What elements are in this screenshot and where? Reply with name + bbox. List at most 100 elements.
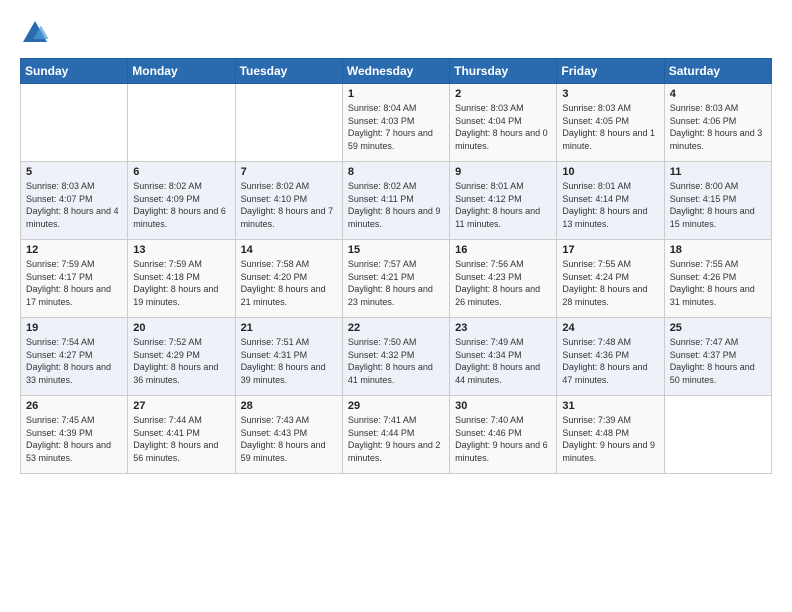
day-info: Sunrise: 8:03 AMSunset: 4:07 PMDaylight:…: [26, 180, 122, 230]
day-number: 12: [26, 244, 122, 256]
day-cell: [664, 396, 771, 474]
day-number: 17: [562, 244, 658, 256]
day-number: 6: [133, 166, 229, 178]
column-header-saturday: Saturday: [664, 59, 771, 84]
day-info: Sunrise: 7:52 AMSunset: 4:29 PMDaylight:…: [133, 336, 229, 386]
day-cell: 22 Sunrise: 7:50 AMSunset: 4:32 PMDayligh…: [342, 318, 449, 396]
day-number: 15: [348, 244, 444, 256]
day-cell: 14 Sunrise: 7:58 AMSunset: 4:20 PMDayligh…: [235, 240, 342, 318]
day-info: Sunrise: 8:01 AMSunset: 4:14 PMDaylight:…: [562, 180, 658, 230]
day-info: Sunrise: 7:47 AMSunset: 4:37 PMDaylight:…: [670, 336, 766, 386]
day-number: 25: [670, 322, 766, 334]
day-cell: 4 Sunrise: 8:03 AMSunset: 4:06 PMDaylight…: [664, 84, 771, 162]
day-cell: 8 Sunrise: 8:02 AMSunset: 4:11 PMDaylight…: [342, 162, 449, 240]
day-number: 11: [670, 166, 766, 178]
calendar-table: SundayMondayTuesdayWednesdayThursdayFrid…: [20, 58, 772, 474]
day-number: 1: [348, 88, 444, 100]
day-info: Sunrise: 7:55 AMSunset: 4:24 PMDaylight:…: [562, 258, 658, 308]
day-number: 23: [455, 322, 551, 334]
header: [20, 18, 772, 48]
day-cell: 30 Sunrise: 7:40 AMSunset: 4:46 PMDayligh…: [450, 396, 557, 474]
day-number: 20: [133, 322, 229, 334]
day-number: 26: [26, 400, 122, 412]
day-info: Sunrise: 7:43 AMSunset: 4:43 PMDaylight:…: [241, 414, 337, 464]
week-row-4: 19 Sunrise: 7:54 AMSunset: 4:27 PMDayligh…: [21, 318, 772, 396]
day-number: 18: [670, 244, 766, 256]
day-cell: 27 Sunrise: 7:44 AMSunset: 4:41 PMDayligh…: [128, 396, 235, 474]
day-cell: 23Sunrise: 7:49 AMSunset: 4:34 PMDayligh…: [450, 318, 557, 396]
day-number: 2: [455, 88, 551, 100]
day-number: 10: [562, 166, 658, 178]
day-number: 14: [241, 244, 337, 256]
day-cell: 19 Sunrise: 7:54 AMSunset: 4:27 PMDayligh…: [21, 318, 128, 396]
day-number: 28: [241, 400, 337, 412]
day-cell: 2 Sunrise: 8:03 AMSunset: 4:04 PMDaylight…: [450, 84, 557, 162]
day-cell: 24Sunrise: 7:48 AMSunset: 4:36 PMDayligh…: [557, 318, 664, 396]
day-cell: 11 Sunrise: 8:00 AMSunset: 4:15 PMDayligh…: [664, 162, 771, 240]
day-number: 3: [562, 88, 658, 100]
day-info: Sunrise: 8:03 AMSunset: 4:05 PMDaylight:…: [562, 102, 658, 152]
day-cell: [21, 84, 128, 162]
day-info: Sunrise: 7:55 AMSunset: 4:26 PMDaylight:…: [670, 258, 766, 308]
day-info: Sunrise: 8:02 AMSunset: 4:09 PMDaylight:…: [133, 180, 229, 230]
day-number: 7: [241, 166, 337, 178]
day-cell: 17 Sunrise: 7:55 AMSunset: 4:24 PMDayligh…: [557, 240, 664, 318]
day-cell: 12Sunrise: 7:59 AMSunset: 4:17 PMDayligh…: [21, 240, 128, 318]
week-row-1: 1 Sunrise: 8:04 AMSunset: 4:03 PMDaylight…: [21, 84, 772, 162]
day-cell: 28 Sunrise: 7:43 AMSunset: 4:43 PMDayligh…: [235, 396, 342, 474]
day-info: Sunrise: 8:03 AMSunset: 4:04 PMDaylight:…: [455, 102, 551, 152]
day-info: Sunrise: 7:50 AMSunset: 4:32 PMDaylight:…: [348, 336, 444, 386]
day-info: Sunrise: 7:39 AMSunset: 4:48 PMDaylight:…: [562, 414, 658, 464]
day-number: 22: [348, 322, 444, 334]
day-info: Sunrise: 7:40 AMSunset: 4:46 PMDaylight:…: [455, 414, 551, 464]
header-row: SundayMondayTuesdayWednesdayThursdayFrid…: [21, 59, 772, 84]
logo: [20, 18, 54, 48]
day-number: 4: [670, 88, 766, 100]
day-info: Sunrise: 8:02 AMSunset: 4:11 PMDaylight:…: [348, 180, 444, 230]
day-cell: 10 Sunrise: 8:01 AMSunset: 4:14 PMDayligh…: [557, 162, 664, 240]
day-number: 30: [455, 400, 551, 412]
day-info: Sunrise: 8:01 AMSunset: 4:12 PMDaylight:…: [455, 180, 551, 230]
day-info: Sunrise: 7:51 AMSunset: 4:31 PMDaylight:…: [241, 336, 337, 386]
calendar-page: SundayMondayTuesdayWednesdayThursdayFrid…: [0, 0, 792, 612]
day-info: Sunrise: 7:44 AMSunset: 4:41 PMDaylight:…: [133, 414, 229, 464]
day-info: Sunrise: 7:45 AMSunset: 4:39 PMDaylight:…: [26, 414, 122, 464]
day-number: 8: [348, 166, 444, 178]
day-cell: 9 Sunrise: 8:01 AMSunset: 4:12 PMDaylight…: [450, 162, 557, 240]
day-info: Sunrise: 7:59 AMSunset: 4:18 PMDaylight:…: [133, 258, 229, 308]
day-cell: 16 Sunrise: 7:56 AMSunset: 4:23 PMDayligh…: [450, 240, 557, 318]
day-cell: 7 Sunrise: 8:02 AMSunset: 4:10 PMDaylight…: [235, 162, 342, 240]
day-cell: [128, 84, 235, 162]
day-info: Sunrise: 7:57 AMSunset: 4:21 PMDaylight:…: [348, 258, 444, 308]
day-cell: 18 Sunrise: 7:55 AMSunset: 4:26 PMDayligh…: [664, 240, 771, 318]
day-info: Sunrise: 7:58 AMSunset: 4:20 PMDaylight:…: [241, 258, 337, 308]
day-cell: 13 Sunrise: 7:59 AMSunset: 4:18 PMDayligh…: [128, 240, 235, 318]
week-row-3: 12Sunrise: 7:59 AMSunset: 4:17 PMDayligh…: [21, 240, 772, 318]
day-info: Sunrise: 8:02 AMSunset: 4:10 PMDaylight:…: [241, 180, 337, 230]
day-number: 27: [133, 400, 229, 412]
day-info: Sunrise: 7:54 AMSunset: 4:27 PMDaylight:…: [26, 336, 122, 386]
day-cell: 5 Sunrise: 8:03 AMSunset: 4:07 PMDaylight…: [21, 162, 128, 240]
day-info: Sunrise: 7:48 AMSunset: 4:36 PMDaylight:…: [562, 336, 658, 386]
day-number: 19: [26, 322, 122, 334]
week-row-2: 5 Sunrise: 8:03 AMSunset: 4:07 PMDaylight…: [21, 162, 772, 240]
day-number: 16: [455, 244, 551, 256]
day-info: Sunrise: 7:56 AMSunset: 4:23 PMDaylight:…: [455, 258, 551, 308]
day-number: 13: [133, 244, 229, 256]
column-header-friday: Friday: [557, 59, 664, 84]
day-cell: 1 Sunrise: 8:04 AMSunset: 4:03 PMDaylight…: [342, 84, 449, 162]
day-info: Sunrise: 8:00 AMSunset: 4:15 PMDaylight:…: [670, 180, 766, 230]
day-number: 29: [348, 400, 444, 412]
column-header-thursday: Thursday: [450, 59, 557, 84]
day-info: Sunrise: 7:41 AMSunset: 4:44 PMDaylight:…: [348, 414, 444, 464]
day-cell: 20 Sunrise: 7:52 AMSunset: 4:29 PMDayligh…: [128, 318, 235, 396]
day-number: 9: [455, 166, 551, 178]
column-header-monday: Monday: [128, 59, 235, 84]
day-number: 31: [562, 400, 658, 412]
day-cell: 6 Sunrise: 8:02 AMSunset: 4:09 PMDaylight…: [128, 162, 235, 240]
week-row-5: 26 Sunrise: 7:45 AMSunset: 4:39 PMDayligh…: [21, 396, 772, 474]
day-info: Sunrise: 8:03 AMSunset: 4:06 PMDaylight:…: [670, 102, 766, 152]
day-number: 21: [241, 322, 337, 334]
day-info: Sunrise: 8:04 AMSunset: 4:03 PMDaylight:…: [348, 102, 444, 152]
day-number: 5: [26, 166, 122, 178]
